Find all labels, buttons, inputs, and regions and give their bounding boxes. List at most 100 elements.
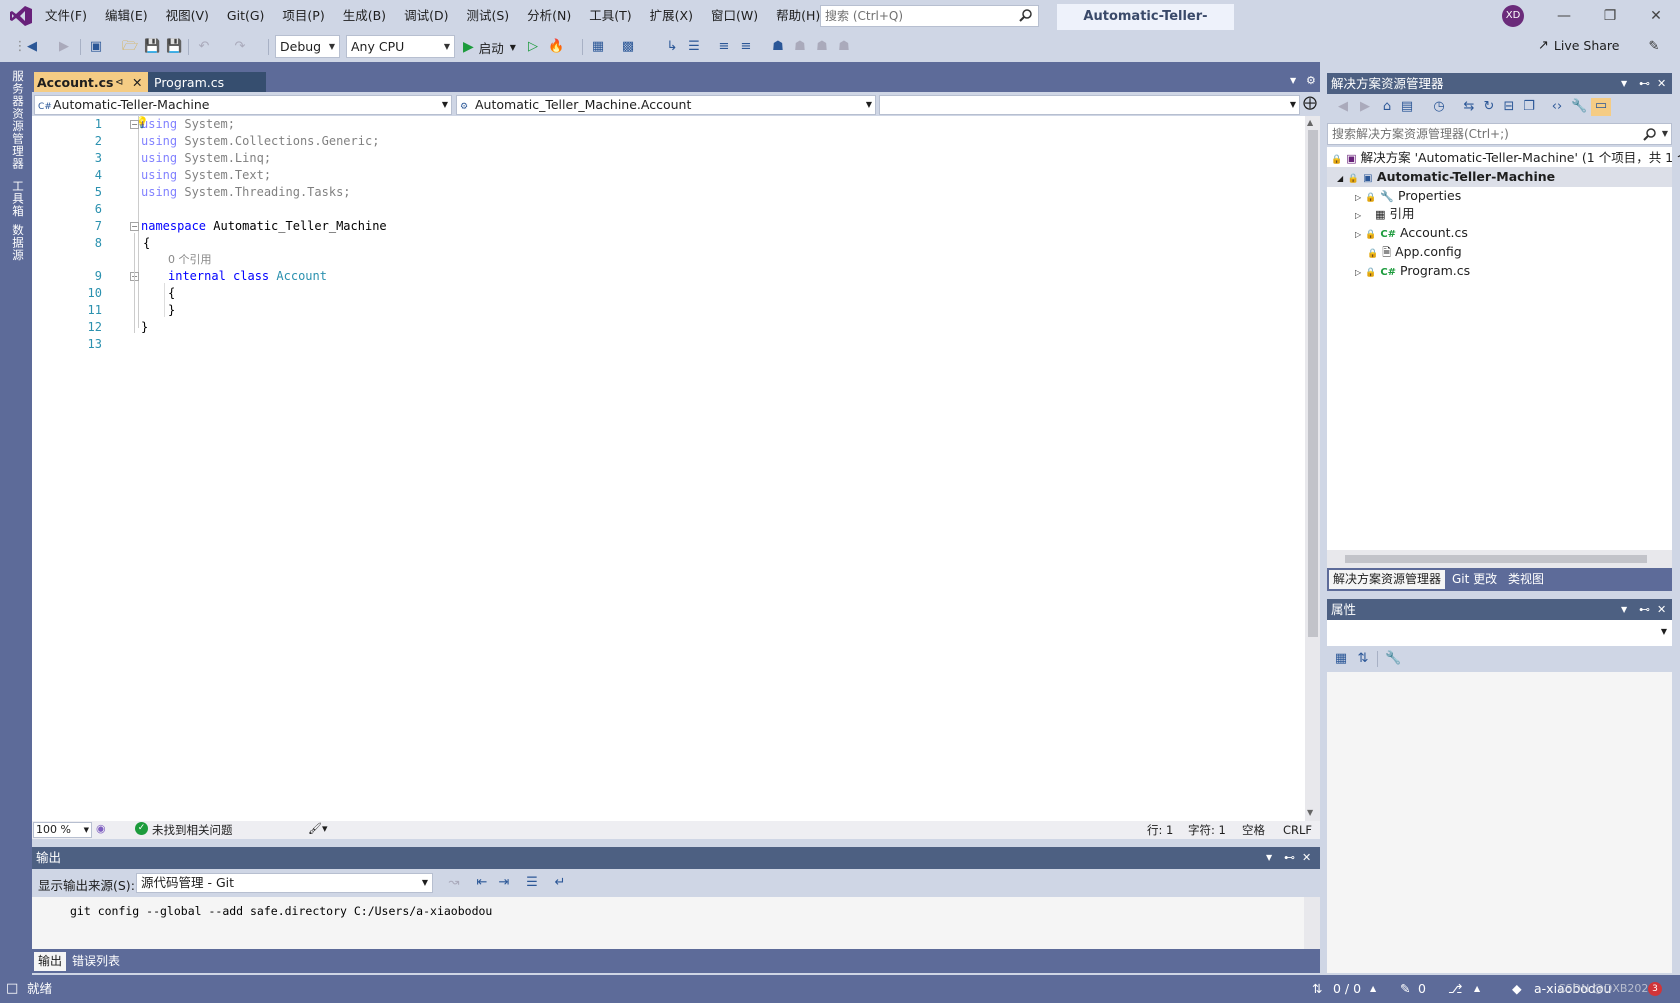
platform-select[interactable]: Any CPU ▼ [346, 35, 455, 58]
redo-icon[interactable]: ↷ [232, 39, 248, 55]
char-indicator[interactable]: 字符: 1 [1188, 822, 1226, 838]
tree-project-row[interactable]: ◢ 🔒 ▣ Automatic-Teller-Machine [1327, 167, 1672, 187]
browser-link-icon[interactable]: ▦ [590, 39, 606, 55]
tree-item-account-cs[interactable]: ▷ 🔒 C# Account.cs [1355, 223, 1468, 243]
tab-solution-explorer[interactable]: 解决方案资源管理器 [1329, 570, 1446, 589]
clear-all-icon[interactable]: ☰ [524, 875, 540, 891]
chevron-up-icon[interactable]: ▲ [1370, 975, 1376, 1003]
solution-search-input[interactable]: 搜索解决方案资源管理器(Ctrl+;) ▼ [1327, 123, 1672, 145]
menu-project[interactable]: 项目(P) [273, 0, 333, 32]
scrollbar-thumb[interactable] [1345, 555, 1647, 563]
prev-bookmark-icon[interactable]: ☗ [792, 39, 808, 55]
output-source-select[interactable]: 源代码管理 - Git ▼ [136, 873, 433, 893]
scrollbar-thumb[interactable] [1308, 130, 1318, 637]
tree-item-program-cs[interactable]: ▷ 🔒 C# Program.cs [1355, 261, 1470, 281]
start-without-debug-icon[interactable]: ▷ [525, 39, 541, 55]
close-panel-icon[interactable]: ✕ [1657, 599, 1666, 620]
solution-horizontal-scrollbar[interactable] [1327, 550, 1672, 568]
start-button[interactable]: ▶ 启动 ▼ [463, 36, 516, 58]
close-panel-icon[interactable]: ✕ [1657, 73, 1666, 94]
collapse-all-icon[interactable]: ⊟ [1501, 99, 1517, 115]
scroll-down-icon[interactable]: ▼ [1307, 808, 1313, 817]
panel-menu-icon[interactable]: ▼ [1621, 599, 1627, 620]
scroll-up-icon[interactable]: ▲ [1307, 118, 1313, 127]
project-dropdown[interactable]: C# Automatic-Teller-Machine ▼ [34, 95, 452, 115]
tab-overflow-icon[interactable]: ▼ [1290, 76, 1296, 85]
sync-status[interactable]: 0 / 0 [1333, 975, 1361, 1003]
intellicode-icon[interactable]: ◉ [96, 822, 106, 835]
menu-tools[interactable]: 工具(T) [580, 0, 640, 32]
layout-icon[interactable]: ▩ [620, 39, 636, 55]
tab-account-cs[interactable]: Account.cs ⊲ ✕ [34, 72, 148, 93]
bookmark-icon[interactable]: ☗ [770, 39, 786, 55]
issues-status[interactable]: 未找到相关问题 [152, 822, 233, 838]
minimize-icon[interactable]: — [1541, 0, 1587, 32]
outdent-icon[interactable]: ≡ [738, 39, 754, 55]
code-view-icon[interactable]: ‹› [1549, 99, 1565, 115]
new-project-icon[interactable]: ▣ [88, 39, 104, 55]
word-wrap-icon[interactable]: ↵ [552, 875, 568, 891]
collapse-icon[interactable]: − [130, 222, 139, 231]
data-sources-tab[interactable]: 数据源 [8, 224, 26, 262]
tree-solution-row[interactable]: 🔒 ▣ 解决方案 'Automatic-Teller-Machine' (1 个… [1331, 148, 1680, 168]
configuration-select[interactable]: Debug ▼ [275, 35, 340, 58]
tab-program-cs[interactable]: Program.cs [148, 72, 266, 93]
split-editor-icon[interactable]: ⨁ [1302, 95, 1318, 115]
forward-icon[interactable]: ▶ [1357, 99, 1373, 115]
close-panel-icon[interactable]: ✕ [1302, 847, 1311, 869]
menu-analyze[interactable]: 分析(N) [518, 0, 580, 32]
tab-output[interactable]: 输出 [34, 952, 67, 971]
next-message-icon[interactable]: ⇥ [496, 875, 512, 891]
solution-config-icon[interactable]: ☰ [686, 39, 702, 55]
panel-menu-icon[interactable]: ▼ [1621, 73, 1627, 94]
line-ending-indicator[interactable]: CRLF [1283, 822, 1312, 838]
feedback-icon[interactable]: ✎ [1646, 39, 1662, 55]
menu-view[interactable]: 视图(V) [157, 0, 218, 32]
next-bookmark-icon[interactable]: ☗ [814, 39, 830, 55]
tree-item-properties[interactable]: ▷ 🔒 🔧 Properties [1355, 186, 1461, 206]
pin-icon[interactable]: ⊷ [1639, 599, 1650, 620]
indent-icon[interactable]: ≡ [716, 39, 732, 55]
forward-icon[interactable]: ▶ [56, 39, 72, 55]
chevron-up-icon[interactable]: ▲ [1474, 975, 1480, 1003]
zoom-select[interactable]: 100 % ▼ [33, 822, 92, 838]
line-indicator[interactable]: 行: 1 [1147, 822, 1173, 838]
back-icon[interactable]: ◀ [24, 39, 40, 55]
menu-build[interactable]: 生成(B) [334, 0, 395, 32]
toolbox-tab[interactable]: 工具箱 [8, 180, 26, 218]
switch-views-icon[interactable]: ▤ [1399, 99, 1415, 115]
menu-extensions[interactable]: 扩展(X) [641, 0, 702, 32]
hot-reload-icon[interactable]: 🔥 [548, 39, 564, 55]
property-pages-icon[interactable]: 🔧 [1385, 651, 1401, 667]
tree-item-app-config[interactable]: 🔒 🗎 App.config [1367, 242, 1462, 262]
prev-message-icon[interactable]: ⇤ [474, 875, 490, 891]
tree-item-references[interactable]: ▷ ▦ 引用 [1355, 204, 1415, 224]
pin-icon[interactable]: ⊷ [1639, 73, 1650, 94]
branch-icon[interactable]: ⎇ [1448, 975, 1462, 1003]
tab-git-changes[interactable]: Git 更改 [1448, 570, 1501, 589]
restore-icon[interactable]: ❐ [1587, 0, 1633, 32]
notification-badge[interactable]: 3 [1648, 982, 1662, 996]
changes-count[interactable]: 0 [1418, 975, 1426, 1003]
find-message-icon[interactable]: ↝ [446, 875, 462, 891]
panel-menu-icon[interactable]: ▼ [1266, 847, 1272, 869]
categorized-icon[interactable]: ▦ [1333, 651, 1349, 667]
refresh-icon[interactable]: ↻ [1481, 99, 1497, 115]
avatar[interactable]: XD [1502, 5, 1524, 27]
properties-object-select[interactable]: ▼ [1327, 620, 1672, 646]
server-explorer-tab[interactable]: 服务器资源管理器 [8, 70, 26, 170]
search-input[interactable]: 搜索 (Ctrl+Q) [820, 5, 1039, 27]
collapse-icon[interactable]: − [130, 120, 139, 129]
menu-edit[interactable]: 编辑(E) [96, 0, 157, 32]
properties-wrench-icon[interactable]: 🔧 [1571, 99, 1587, 115]
home-icon[interactable]: ⌂ [1379, 99, 1395, 115]
close-icon[interactable]: ✕ [1633, 0, 1679, 32]
member-dropdown[interactable]: ▼ [879, 95, 1300, 115]
menu-git[interactable]: Git(G) [218, 0, 274, 32]
settings-gear-icon[interactable]: ⚙ [1306, 74, 1316, 87]
type-dropdown[interactable]: ⚙ Automatic_Teller_Machine.Account ▼ [456, 95, 876, 115]
history-icon[interactable]: ◷ [1431, 99, 1447, 115]
output-content[interactable]: git config --global --add safe.directory… [32, 897, 1320, 949]
pin-icon[interactable]: ⊷ [1284, 847, 1295, 869]
codelens-references[interactable]: 0 个引用 [168, 251, 212, 268]
